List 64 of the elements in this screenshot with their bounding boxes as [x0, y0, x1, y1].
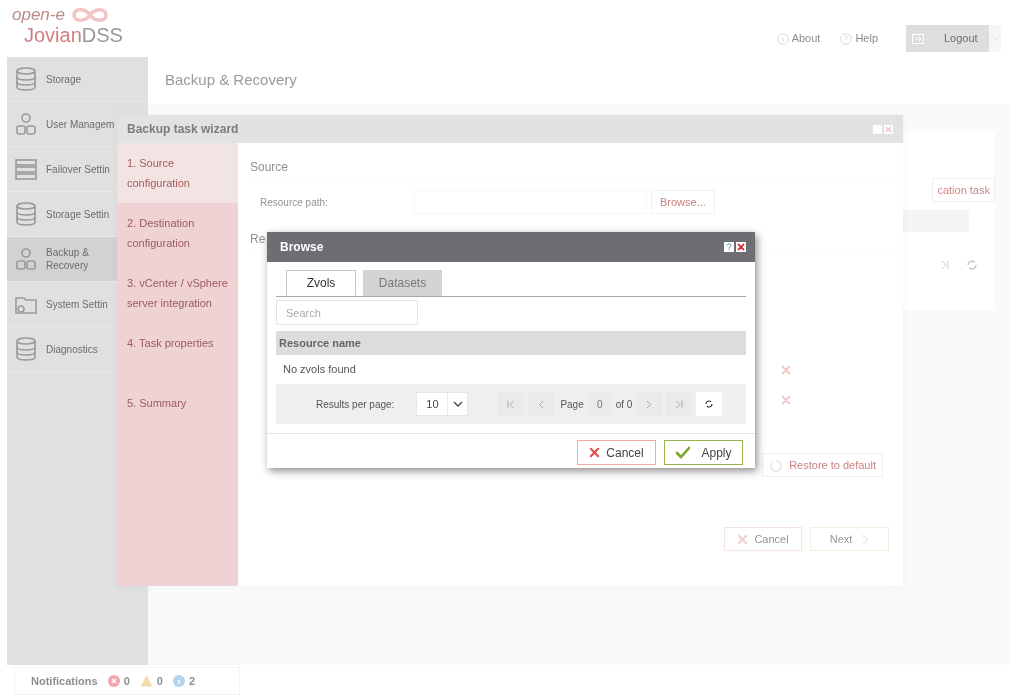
last-page-button[interactable]	[666, 392, 693, 416]
logo-brand: open-e	[12, 6, 65, 24]
page-count-label: of 0	[615, 397, 633, 412]
section-heading: Source	[250, 159, 289, 176]
about-link[interactable]: About	[776, 30, 821, 47]
notification-count: 0	[123, 673, 130, 689]
next-page-button[interactable]	[636, 392, 663, 416]
sidebar-item[interactable]: Backup & Recovery	[7, 237, 117, 282]
help-icon	[840, 32, 853, 45]
x-mark-icon	[781, 395, 791, 405]
page-label: Page	[560, 397, 584, 412]
check-icon	[675, 446, 692, 459]
notification-count: 2	[188, 673, 195, 689]
restore-default-button[interactable]: Restore to default	[762, 453, 883, 477]
results-per-page-label: Results per page:	[316, 397, 395, 412]
database-icon	[13, 66, 39, 92]
dialog-title: Browse	[280, 239, 324, 256]
logout-icon	[912, 33, 924, 44]
hierarchy-icon	[13, 246, 39, 272]
info-icon	[776, 32, 789, 45]
task-button[interactable]: cation task	[932, 178, 995, 202]
per-page-select[interactable]: 10	[416, 392, 469, 416]
logout-button[interactable]: Logout	[906, 25, 989, 52]
cancel-button[interactable]: Cancel	[577, 440, 656, 465]
refresh-icon	[967, 260, 977, 270]
last-page-icon	[941, 260, 949, 270]
next-button[interactable]: Next	[810, 527, 889, 551]
logout-menu-button[interactable]	[989, 25, 1001, 52]
first-page-button[interactable]	[498, 392, 525, 416]
wizard-step[interactable]: 1. Source configuration	[117, 143, 238, 203]
close-button[interactable]	[736, 242, 746, 252]
wizard-title: Backup task wizard	[127, 121, 239, 138]
previous-page-button[interactable]	[528, 392, 555, 416]
notification-count: 0	[156, 673, 163, 689]
x-icon	[589, 447, 601, 458]
column-header: Resource name	[279, 335, 361, 351]
apply-button[interactable]: Apply	[664, 440, 743, 465]
field-label: Resource path:	[260, 195, 329, 210]
wizard-cancel-button[interactable]: Cancel	[724, 527, 802, 551]
first-page-icon	[507, 399, 516, 409]
logo-product-name: Jovian	[24, 24, 82, 46]
logo-product-suffix: DSS	[81, 24, 123, 46]
search-field[interactable]: Search	[276, 300, 418, 325]
help-link[interactable]: Help	[840, 30, 878, 47]
close-icon	[737, 243, 745, 251]
empty-message: No zvols found	[283, 362, 356, 378]
infinity-logo-icon	[70, 7, 109, 23]
undo-icon	[769, 458, 784, 472]
page-number-field[interactable]: 0	[587, 392, 612, 416]
chevron-right-icon	[646, 399, 653, 409]
section-heading: Re	[250, 231, 266, 248]
tab[interactable]: Zvols	[286, 270, 356, 296]
close-icon	[885, 125, 892, 133]
x-mark-icon	[781, 365, 791, 375]
page-title: Backup & Recovery	[165, 70, 297, 91]
refresh-icon	[704, 399, 715, 409]
browse-button[interactable]: Browse...	[651, 190, 715, 214]
last-page-icon	[675, 399, 684, 409]
x-icon	[737, 533, 749, 545]
refresh-button[interactable]	[696, 392, 723, 416]
notifications-label: Notifications	[31, 673, 98, 689]
chevron-left-icon	[538, 399, 545, 409]
tab[interactable]: Datasets	[363, 270, 442, 296]
chevron-down-icon	[452, 401, 463, 407]
